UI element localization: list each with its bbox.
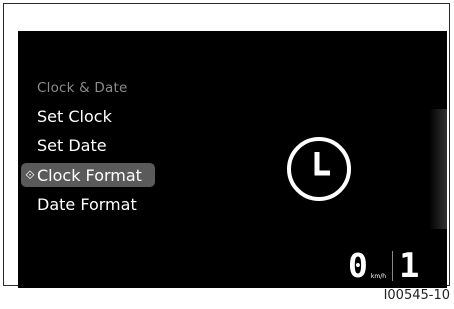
speed-unit: km/h xyxy=(370,273,387,280)
menu-header: Clock & Date xyxy=(37,80,128,96)
clock-icon xyxy=(287,137,351,201)
menu-item-date-format[interactable]: Date Format xyxy=(37,195,137,214)
menu-item-set-date[interactable]: Set Date xyxy=(37,136,107,155)
menu-item-set-clock[interactable]: Set Clock xyxy=(37,107,112,126)
speed-gear-readout: 0 km/h 1 xyxy=(348,246,420,286)
gear-indicator: 1 xyxy=(399,246,420,286)
figure-reference-code: I00545-10 xyxy=(383,288,450,303)
menu-item-label: Clock Format xyxy=(37,165,142,185)
menu-item-clock-format[interactable]: ⟐ Clock Format xyxy=(21,163,155,187)
speed-value: 0 xyxy=(348,246,368,285)
readout-divider xyxy=(392,251,394,281)
selection-pointer-icon: ⟐ xyxy=(25,167,35,182)
display-edge-glow xyxy=(429,109,447,229)
instrument-display: Clock & Date Set Clock Set Date ⟐ Clock … xyxy=(18,31,447,288)
